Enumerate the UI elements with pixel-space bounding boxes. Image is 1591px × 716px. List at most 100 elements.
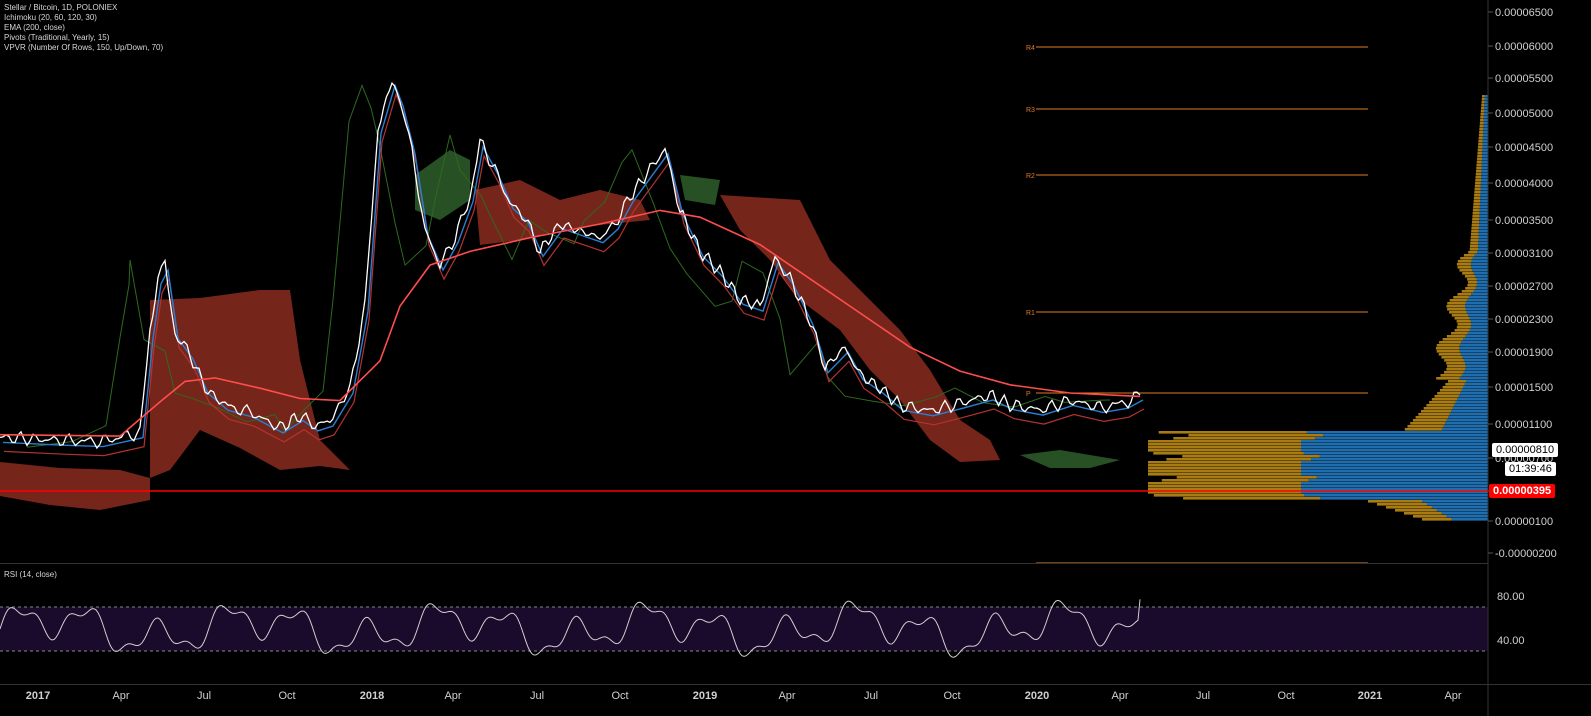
vpvr-row-down	[1475, 173, 1482, 176]
vpvr-row-up	[1481, 170, 1488, 173]
vpvr-row-down	[1479, 125, 1484, 128]
vpvr-row-down	[1442, 338, 1464, 341]
vpvr-row-down	[1386, 506, 1432, 509]
vpvr-row-down	[1471, 224, 1480, 227]
vpvr-row-down	[1148, 473, 1301, 476]
vpvr-row-down	[1446, 368, 1466, 371]
vpvr-row-down	[1471, 221, 1480, 224]
vpvr-row-down	[1457, 260, 1472, 263]
vpvr-row-down	[1472, 209, 1480, 212]
rsi-panel: 80.00 40.00	[0, 591, 1525, 658]
vpvr-row-up	[1448, 416, 1488, 419]
vpvr-row-down	[1481, 101, 1485, 104]
indicator-vpvr[interactable]: VPVR (Number Of Rows, 150, Up/Down, 70)	[4, 43, 163, 53]
vpvr-row-down	[1477, 149, 1483, 152]
vpvr-row-down	[1404, 512, 1442, 515]
time-tick-label: Oct	[943, 690, 960, 702]
vpvr-row-down	[1453, 296, 1469, 299]
vpvr-row-up	[1301, 467, 1488, 470]
vpvr-row-up	[1483, 119, 1488, 122]
vpvr-row-down	[1446, 305, 1466, 308]
vpvr-row-down	[1434, 395, 1459, 398]
time-tick-label: 2020	[1025, 690, 1049, 702]
vpvr-row-up	[1323, 434, 1488, 437]
vpvr-row-down	[1459, 269, 1473, 272]
vpvr-row-down	[1456, 320, 1471, 323]
vpvr-row-up	[1476, 278, 1488, 281]
vpvr-row-up	[1480, 182, 1488, 185]
vpvr-row-up	[1470, 320, 1488, 323]
vpvr-row-up	[1482, 152, 1488, 155]
vpvr-row-down	[1451, 314, 1469, 317]
vpvr-row-down	[1148, 446, 1301, 449]
time-tick-label: 2018	[360, 690, 384, 702]
vpvr-row-up	[1465, 368, 1488, 371]
symbol-title: Stellar / Bitcoin, 1D, POLONIEX	[4, 3, 118, 12]
time-tick-label: Oct	[278, 690, 295, 702]
vpvr-row-up	[1481, 167, 1488, 170]
vpvr-row-up	[1482, 143, 1488, 146]
vpvr-row-down	[1472, 212, 1480, 215]
vpvr-row-up	[1308, 479, 1488, 482]
vpvr-row-up	[1479, 209, 1488, 212]
vpvr-row-up	[1462, 356, 1488, 359]
vpvr-row-up	[1468, 296, 1488, 299]
vpvr-row-down	[1441, 356, 1463, 359]
vpvr-row-up	[1301, 473, 1488, 476]
chart-canvas: R4 R3 R2 R1 P 80.00 40.00 0.00006500 0.0000600…	[0, 0, 1591, 716]
vpvr-row-down	[1368, 500, 1422, 503]
vpvr-row-up	[1320, 497, 1488, 500]
vpvr-row-down	[1436, 344, 1460, 347]
price-tick-label: 0.00003500	[1495, 215, 1553, 227]
vpvr-row-down	[1413, 515, 1447, 518]
vpvr-row-up	[1465, 365, 1488, 368]
vpvr-row-down	[1470, 242, 1479, 245]
vpvr-row-down	[1479, 128, 1484, 131]
vpvr-row-up	[1463, 371, 1488, 374]
pivot-label-r4: R4	[1026, 45, 1035, 52]
vpvr-row-down	[1456, 326, 1471, 329]
vpvr-row-up	[1483, 131, 1488, 134]
vpvr-row-up	[1483, 128, 1488, 131]
vpvr-row-down	[1445, 383, 1465, 386]
vpvr-row-down	[1429, 401, 1456, 404]
pivot-label-r3: R3	[1026, 107, 1035, 114]
vpvr-row-up	[1319, 455, 1488, 458]
vpvr-row-up	[1463, 338, 1488, 341]
vpvr-row-down	[1473, 203, 1480, 206]
rsi-legend[interactable]: RSI (14, close)	[4, 570, 57, 579]
vpvr-row-down	[1153, 494, 1305, 497]
price-tick-label: 0.00001900	[1495, 347, 1553, 359]
indicator-ema[interactable]: EMA (200, close)	[4, 23, 163, 33]
vpvr-row-down	[1463, 254, 1475, 257]
vpvr-row-up	[1483, 116, 1488, 119]
time-tick-label: Jul	[864, 690, 878, 702]
vpvr-row-down	[1482, 95, 1485, 98]
price-tick-label: 0.00002300	[1495, 314, 1553, 326]
time-tick-label: 2017	[26, 690, 50, 702]
vpvr-row-down	[1436, 350, 1460, 353]
vpvr-row-up	[1479, 206, 1488, 209]
vpvr-row-up	[1301, 482, 1488, 485]
vpvr-row-up	[1473, 272, 1488, 275]
vpvr-row-down	[1158, 431, 1307, 434]
vpvr-row-up	[1482, 155, 1488, 158]
price-tick-label: 0.00006000	[1495, 41, 1553, 53]
pivot-label-r2: R2	[1026, 173, 1035, 180]
vpvr-row-down	[1412, 419, 1447, 422]
vpvr-row-up	[1474, 254, 1488, 257]
vpvr-row-down	[1439, 389, 1462, 392]
indicator-ichimoku[interactable]: Ichimoku (20, 60, 120, 30)	[4, 13, 163, 23]
indicator-pivots[interactable]: Pivots (Traditional, Yearly, 15)	[4, 33, 163, 43]
vpvr-row-up	[1463, 386, 1488, 389]
vpvr-row-up	[1481, 158, 1488, 161]
vpvr-row-up	[1484, 98, 1488, 101]
vpvr-row-up	[1446, 419, 1488, 422]
vpvr-row-down	[1468, 251, 1478, 254]
chart-legend: Stellar / Bitcoin, 1D, POLONIEX Ichimoku…	[4, 3, 163, 53]
vpvr-row-down	[1444, 359, 1464, 362]
vpvr-row-up	[1478, 236, 1488, 239]
vpvr-row-up	[1477, 251, 1488, 254]
vpvr-row-down	[1404, 428, 1443, 431]
vpvr-row-down	[1176, 476, 1317, 479]
